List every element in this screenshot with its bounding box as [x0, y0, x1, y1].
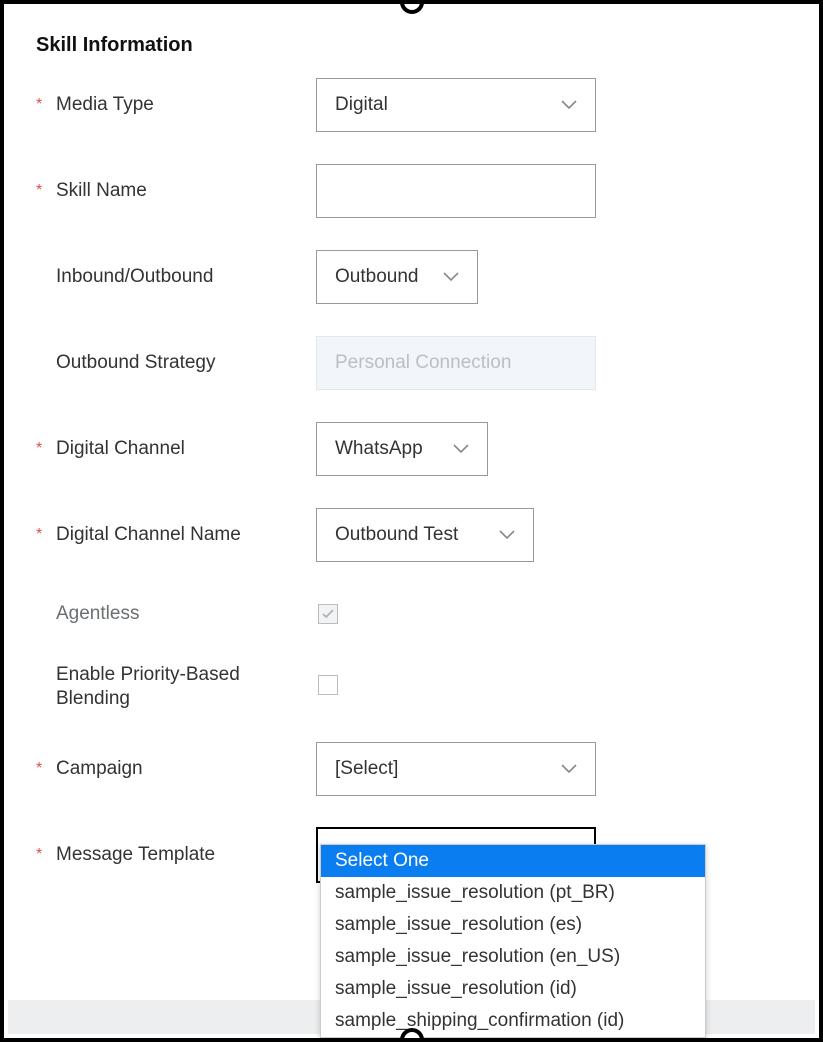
label-message-template: * Message Template: [36, 843, 316, 867]
required-mark: *: [36, 846, 48, 864]
dropdown-option[interactable]: Select One: [321, 845, 705, 877]
agentless-checkbox: [318, 604, 338, 624]
field-outbound-strategy: Outbound Strategy Personal Connection: [36, 335, 799, 391]
dropdown-option[interactable]: sample_shipping_confirmation (id): [321, 1005, 705, 1037]
dropdown-option[interactable]: sample_issue_resolution (pt_BR): [321, 877, 705, 909]
label-campaign: * Campaign: [36, 757, 316, 781]
outbound-strategy-select: Personal Connection: [316, 336, 596, 390]
label-agentless: Agentless: [36, 602, 316, 626]
label-digital-channel-name: * Digital Channel Name: [36, 523, 316, 547]
field-campaign: * Campaign [Select]: [36, 741, 799, 797]
field-agentless: Agentless: [36, 593, 799, 635]
chevron-down-icon: [453, 444, 469, 454]
priority-blending-checkbox[interactable]: [318, 675, 338, 695]
digital-channel-select[interactable]: WhatsApp: [316, 422, 488, 476]
digital-channel-name-select[interactable]: Outbound Test: [316, 508, 534, 562]
dropdown-option[interactable]: sample_issue_resolution (id): [321, 973, 705, 1005]
required-mark: *: [36, 526, 48, 544]
digital-channel-value: WhatsApp: [335, 438, 423, 460]
campaign-value: [Select]: [335, 758, 398, 780]
required-mark: *: [36, 182, 48, 200]
section-title: Skill Information: [36, 34, 799, 57]
field-skill-name: * Skill Name: [36, 163, 799, 219]
label-skill-name: * Skill Name: [36, 179, 316, 203]
field-media-type: * Media Type Digital: [36, 77, 799, 133]
required-mark: *: [36, 96, 48, 114]
media-type-select[interactable]: Digital: [316, 78, 596, 132]
skill-name-input[interactable]: [316, 164, 596, 218]
label-direction: Inbound/Outbound: [36, 265, 316, 289]
check-icon: [322, 609, 334, 619]
message-template-dropdown[interactable]: Select One sample_issue_resolution (pt_B…: [320, 844, 706, 1038]
field-digital-channel: * Digital Channel WhatsApp: [36, 421, 799, 477]
chevron-down-icon: [499, 530, 515, 540]
label-media-type: * Media Type: [36, 93, 316, 117]
field-digital-channel-name: * Digital Channel Name Outbound Test: [36, 507, 799, 563]
label-digital-channel: * Digital Channel: [36, 437, 316, 461]
field-priority-blending: Enable Priority-Based Blending: [36, 663, 799, 711]
form-panel: Skill Information * Media Type Digital *…: [0, 0, 823, 1042]
dropdown-option[interactable]: sample_issue_resolution (en_US): [321, 941, 705, 973]
direction-select[interactable]: Outbound: [316, 250, 478, 304]
campaign-select[interactable]: [Select]: [316, 742, 596, 796]
page-connector-top: [400, 0, 424, 14]
chevron-down-icon: [561, 764, 577, 774]
direction-value: Outbound: [335, 266, 418, 288]
chevron-down-icon: [443, 272, 459, 282]
media-type-value: Digital: [335, 94, 388, 116]
required-mark: *: [36, 760, 48, 778]
required-mark: *: [36, 440, 48, 458]
digital-channel-name-value: Outbound Test: [335, 524, 458, 546]
outbound-strategy-value: Personal Connection: [335, 352, 511, 374]
label-priority-blending: Enable Priority-Based Blending: [36, 663, 316, 711]
chevron-down-icon: [561, 100, 577, 110]
field-direction: Inbound/Outbound Outbound: [36, 249, 799, 305]
dropdown-option[interactable]: sample_issue_resolution (es): [321, 909, 705, 941]
label-outbound-strategy: Outbound Strategy: [36, 351, 316, 375]
